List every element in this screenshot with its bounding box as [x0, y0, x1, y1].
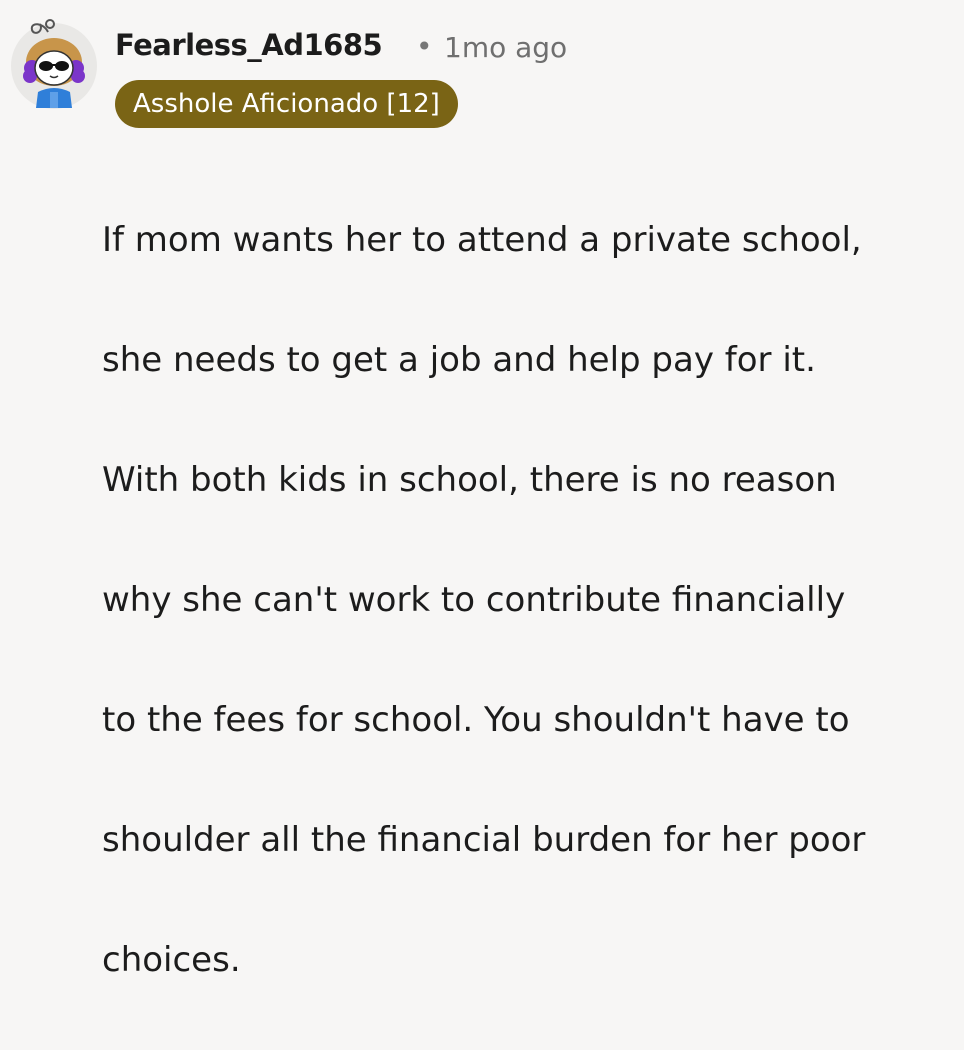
meta-separator: •	[416, 30, 433, 63]
comment-body-line: she needs to get a job and help pay for …	[102, 340, 816, 380]
comment-body-line: shoulder all the financial burden for he…	[102, 820, 866, 860]
comment-body-line: With both kids in school, there is no re…	[102, 460, 837, 500]
comment-body-line: why she can't work to contribute financi…	[102, 580, 846, 620]
comment-body-line: choices.	[102, 940, 241, 980]
comment-timestamp[interactable]: 1mo ago	[444, 31, 567, 64]
comment-body-line: to the fees for school. You shouldn't ha…	[102, 700, 850, 740]
comment-card: Fearless_Ad1685 • 1mo ago Asshole Aficio…	[0, 0, 964, 980]
comment-body-line: If mom wants her to attend a private sch…	[102, 220, 862, 260]
user-flair-badge[interactable]: Asshole Aficionado [12]	[115, 80, 458, 128]
user-avatar-icon[interactable]	[10, 14, 98, 110]
comment-body: If mom wants her to attend a private sch…	[102, 150, 952, 1050]
author-username[interactable]: Fearless_Ad1685	[115, 28, 383, 62]
